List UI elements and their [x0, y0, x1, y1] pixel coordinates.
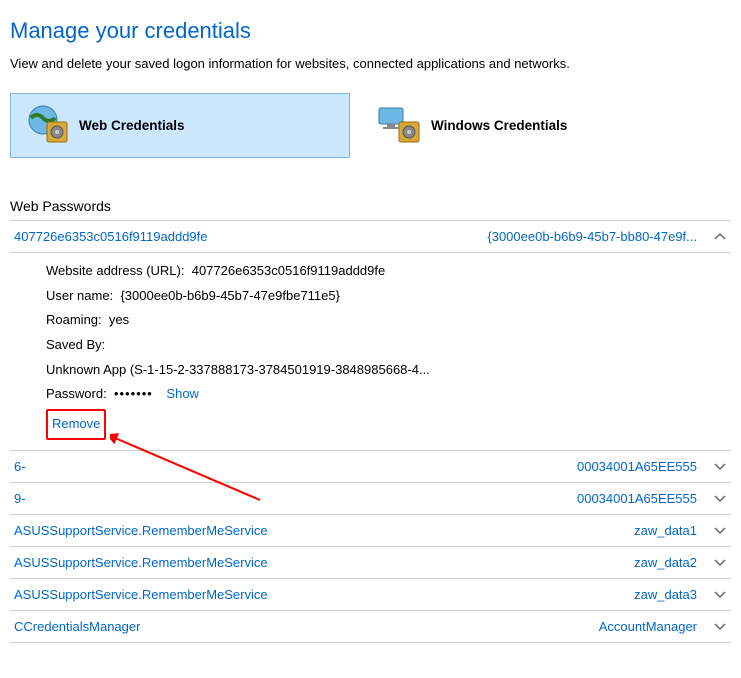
roaming-label: Roaming: [46, 312, 102, 327]
chevron-down-icon [713, 523, 727, 537]
tab-windows-label: Windows Credentials [431, 118, 567, 133]
credential-row[interactable]: 6- 00034001A65EE555 [10, 450, 731, 482]
credential-user: {3000ee0b-b6b9-45b7-bb80-47e9f... [487, 229, 697, 244]
roaming-value: yes [109, 312, 129, 327]
credential-user: AccountManager [599, 619, 697, 634]
credential-user: zaw_data1 [634, 523, 697, 538]
tab-web-credentials[interactable]: Web Credentials [10, 93, 350, 158]
tab-windows-credentials[interactable]: Windows Credentials [362, 93, 702, 158]
password-value: ••••••• [114, 386, 153, 401]
credential-row-expanded[interactable]: 407726e6353c0516f9119addd9fe {3000ee0b-b… [10, 220, 731, 252]
credential-site: ASUSSupportService.RememberMeService [14, 555, 268, 570]
credential-site: 6- [14, 459, 26, 474]
credential-user: 00034001A65EE555 [577, 491, 697, 506]
credential-site: 9- [14, 491, 26, 506]
credential-row[interactable]: ASUSSupportService.RememberMeService zaw_… [10, 514, 731, 546]
credential-user: zaw_data2 [634, 555, 697, 570]
credential-site: 407726e6353c0516f9119addd9fe [14, 229, 208, 244]
monitor-safe-icon [377, 104, 421, 147]
chevron-down-icon [713, 459, 727, 473]
credential-site: ASUSSupportService.RememberMeService [14, 523, 268, 538]
section-title: Web Passwords [10, 198, 731, 214]
credential-user: zaw_data3 [634, 587, 697, 602]
tab-web-label: Web Credentials [79, 118, 185, 133]
credential-tabs: Web Credentials Windows Credentials [10, 93, 731, 158]
url-label: Website address (URL): [46, 263, 184, 278]
password-label: Password: [46, 386, 107, 401]
credential-row[interactable]: CCredentialsManager AccountManager [10, 610, 731, 643]
url-value: 407726e6353c0516f9119addd9fe [192, 263, 386, 278]
credential-detail: Website address (URL): 407726e6353c0516f… [10, 252, 731, 450]
chevron-up-icon [713, 230, 727, 244]
user-label: User name: [46, 288, 113, 303]
page-title: Manage your credentials [10, 18, 731, 44]
credential-row[interactable]: ASUSSupportService.RememberMeService zaw_… [10, 546, 731, 578]
globe-safe-icon [25, 104, 69, 147]
savedby-label: Saved By: [46, 337, 105, 352]
remove-credential-link[interactable]: Remove [46, 409, 106, 440]
chevron-down-icon [713, 587, 727, 601]
chevron-down-icon [713, 491, 727, 505]
credential-site: CCredentialsManager [14, 619, 140, 634]
credential-site: ASUSSupportService.RememberMeService [14, 587, 268, 602]
credential-user: 00034001A65EE555 [577, 459, 697, 474]
credential-row[interactable]: ASUSSupportService.RememberMeService zaw_… [10, 578, 731, 610]
user-value: {3000ee0b-b6b9-45b7-47e9fbe711e5} [120, 288, 340, 303]
savedby-value: Unknown App (S-1-15-2-337888173-37845019… [46, 362, 430, 377]
page-subtitle: View and delete your saved logon informa… [10, 56, 731, 71]
chevron-down-icon [713, 619, 727, 633]
chevron-down-icon [713, 555, 727, 569]
show-password-link[interactable]: Show [166, 386, 199, 401]
credential-row[interactable]: 9- 00034001A65EE555 [10, 482, 731, 514]
